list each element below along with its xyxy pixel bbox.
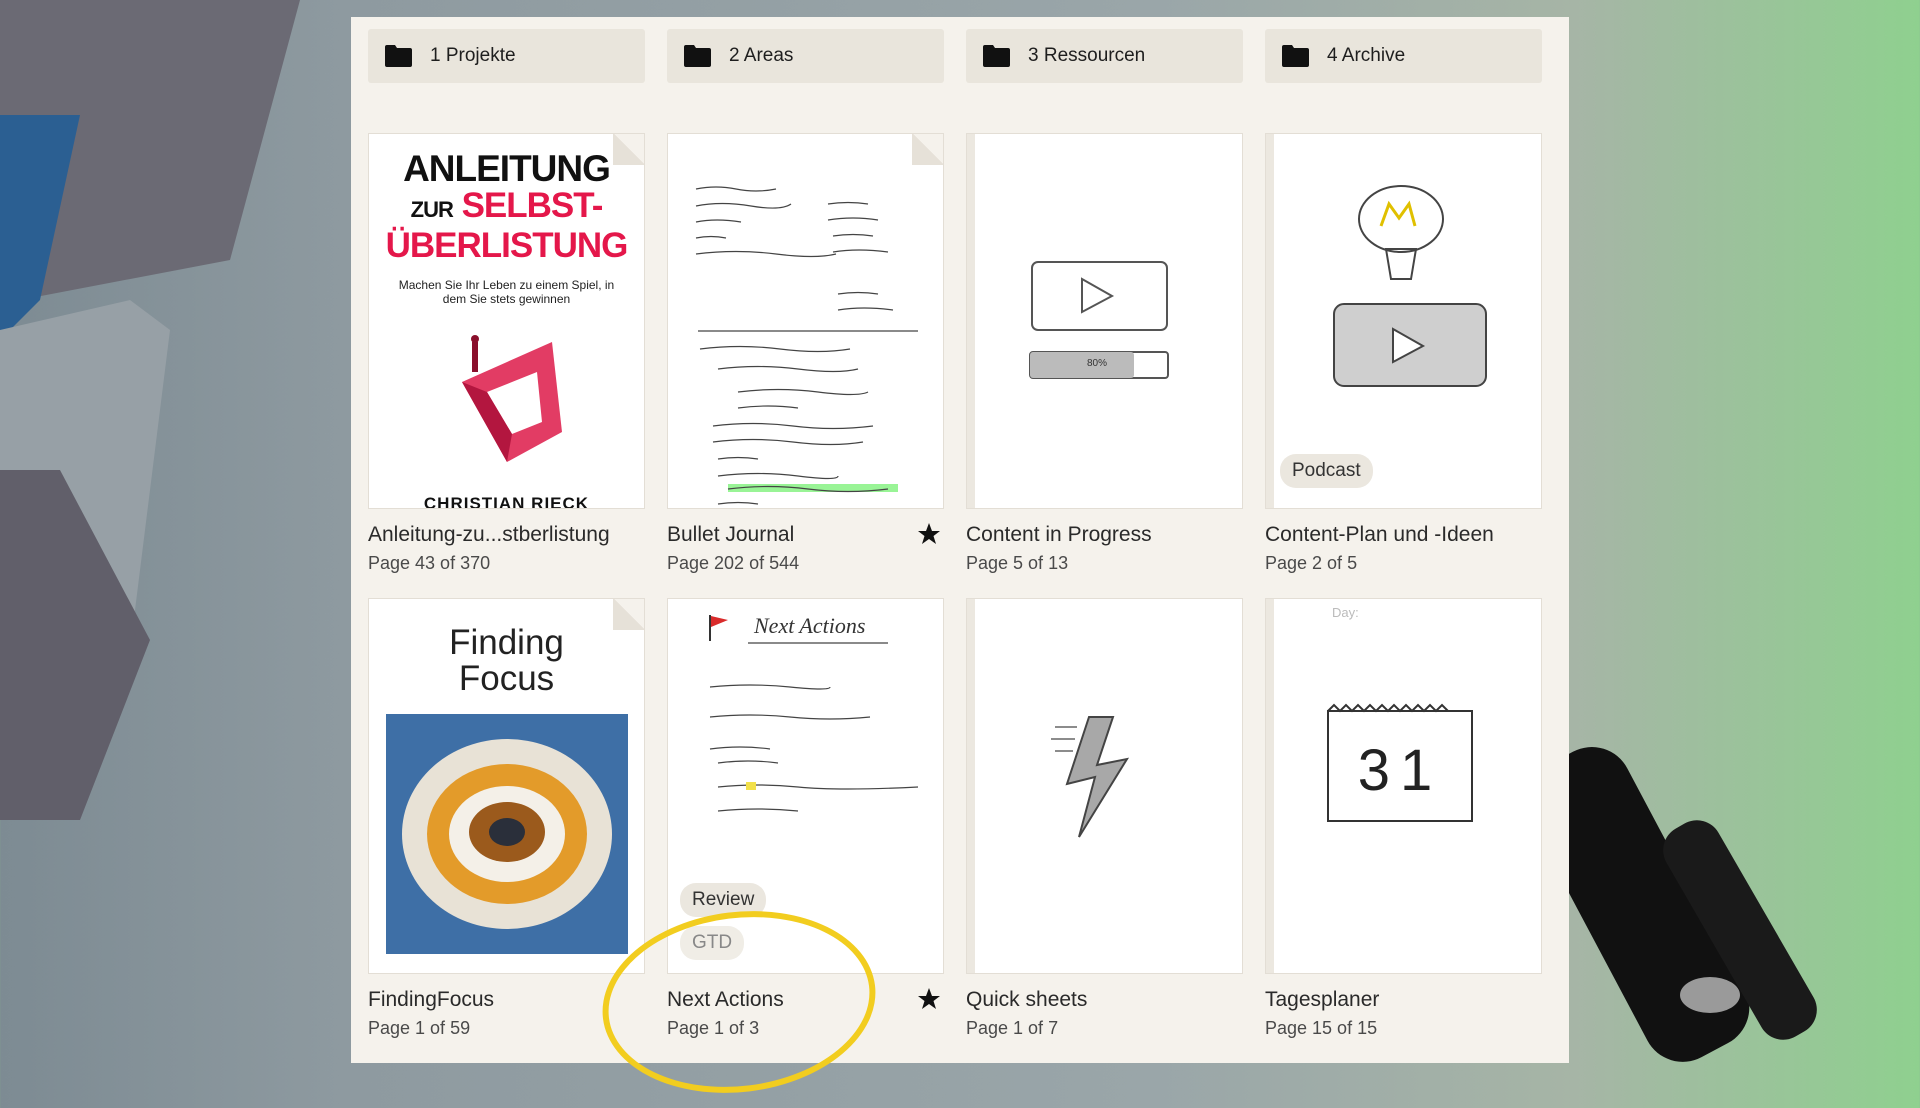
notebook-cover-tagesplaner: Day: 31: [1265, 598, 1542, 974]
cover-title-line1: ANLEITUNG: [403, 148, 611, 189]
notebook-page-count: Page 43 of 370: [368, 553, 491, 573]
folder-icon: [684, 45, 711, 67]
book-cover-findingfocus: Finding Focus: [368, 598, 645, 974]
lightning-bolt-icon: [1051, 716, 1130, 838]
notebook-page-count: Page 202 of 544: [667, 553, 800, 573]
folder-archive[interactable]: 4 Archive: [1265, 29, 1542, 83]
notebook-title: Quick sheets: [966, 988, 1088, 1011]
handwriting-scribbles: [695, 186, 918, 505]
folder-label: 3 Ressourcen: [1028, 45, 1146, 66]
star-icon[interactable]: [917, 522, 941, 546]
book-cover-anleitung: ANLEITUNG ZUR SELBST- ÜBERLISTUNG Machen…: [368, 133, 645, 509]
star-icon[interactable]: [917, 987, 941, 1011]
folder-icon: [983, 45, 1010, 67]
impossible-triangle-illustration: [461, 335, 562, 462]
notebook-library-panel: 1 Projekte 2 Areas 3 Ressourcen 4 Archiv…: [351, 17, 1569, 1063]
video-player-sketch-icon: [1029, 261, 1169, 379]
notebook-title: FindingFocus: [368, 988, 495, 1011]
notebook-title: Anleitung-zu...stberlistung: [368, 523, 610, 546]
folder-ressourcen[interactable]: 3 Ressourcen: [966, 29, 1243, 83]
folder-bar: 1 Projekte 2 Areas 3 Ressourcen 4 Archiv…: [368, 29, 1542, 83]
tag-gtd[interactable]: GTD: [680, 926, 745, 960]
tag-podcast[interactable]: Podcast: [1280, 454, 1373, 488]
notebook-title: Content-Plan und -Ideen: [1265, 523, 1494, 546]
notebook-card-content-plan[interactable]: Podcast Content-Plan und -Ideen Page 2 o…: [1265, 133, 1542, 598]
calendar-date: 31: [1357, 738, 1443, 803]
folder-label: 1 Projekte: [430, 45, 516, 66]
notebook-title: Tagesplaner: [1265, 988, 1380, 1011]
cover-author: CHRISTIAN RIECK: [423, 494, 590, 509]
tag-review[interactable]: Review: [680, 883, 767, 917]
folder-icon: [1282, 45, 1309, 67]
handwriting-scribbles: [709, 642, 919, 812]
cover-title-line2: SELBST-: [461, 186, 604, 225]
cover-subtitle: Machen Sie Ihr Leben zu einem Spiel, in …: [398, 278, 615, 306]
notebook-grid: ANLEITUNG ZUR SELBST- ÜBERLISTUNG Machen…: [368, 133, 1542, 1063]
background-hexagon-panels: [0, 0, 300, 820]
lightbulb-video-sketch-icon: [1333, 185, 1487, 387]
folder-label: 4 Archive: [1327, 45, 1406, 66]
notebook-card-bullet-journal[interactable]: Bullet Journal Page 202 of 544: [667, 133, 944, 598]
notebook-card-content-in-progress[interactable]: 80% Content in Progress Page 5 of 13: [966, 133, 1243, 598]
notebook-title: Bullet Journal: [667, 523, 795, 546]
notebook-card-tagesplaner[interactable]: Day: 31 Tagesplaner Page 15 of 15: [1265, 598, 1542, 1063]
microphone-arm: [1560, 747, 1817, 1062]
progress-label: 80%: [1087, 358, 1108, 369]
notebook-title: Next Actions: [667, 988, 784, 1011]
folder-projekte[interactable]: 1 Projekte: [368, 29, 645, 83]
notebook-card-findingfocus[interactable]: Finding Focus FindingFocus Page 1 of 59: [368, 598, 645, 1063]
notebook-cover-content-in-progress: 80%: [966, 133, 1243, 509]
folder-label: 2 Areas: [729, 45, 794, 66]
cover-title: Finding Focus: [449, 623, 564, 698]
notebook-page-count: Page 1 of 59: [368, 1018, 471, 1038]
handwritten-page-preview: Next Actions Review GTD: [667, 598, 944, 974]
cover-title-small: ZUR: [410, 197, 454, 222]
notebook-page-count: Page 15 of 15: [1265, 1018, 1378, 1038]
folder-areas[interactable]: 2 Areas: [667, 29, 944, 83]
notebook-cover-quick-sheets: [966, 598, 1243, 974]
notebook-card-quick-sheets[interactable]: Quick sheets Page 1 of 7: [966, 598, 1243, 1063]
notebook-title: Content in Progress: [966, 523, 1152, 546]
notebook-card-anleitung[interactable]: ANLEITUNG ZUR SELBST- ÜBERLISTUNG Machen…: [368, 133, 645, 598]
notebook-page-count: Page 1 of 3: [667, 1018, 760, 1038]
notebook-page-count: Page 2 of 5: [1265, 553, 1358, 573]
notebook-page-count: Page 1 of 7: [966, 1018, 1059, 1038]
notebook-card-next-actions[interactable]: Next Actions Review GTD Next Actions Pag…: [667, 598, 944, 1063]
notebook-page-count: Page 5 of 13: [966, 553, 1069, 573]
folder-icon: [385, 45, 412, 67]
handwritten-page-preview: [667, 133, 944, 509]
swirl-painting-illustration: [386, 714, 628, 954]
cover-title-line3: ÜBERLISTUNG: [385, 226, 629, 265]
notebook-cover-content-plan: Podcast: [1265, 133, 1542, 509]
